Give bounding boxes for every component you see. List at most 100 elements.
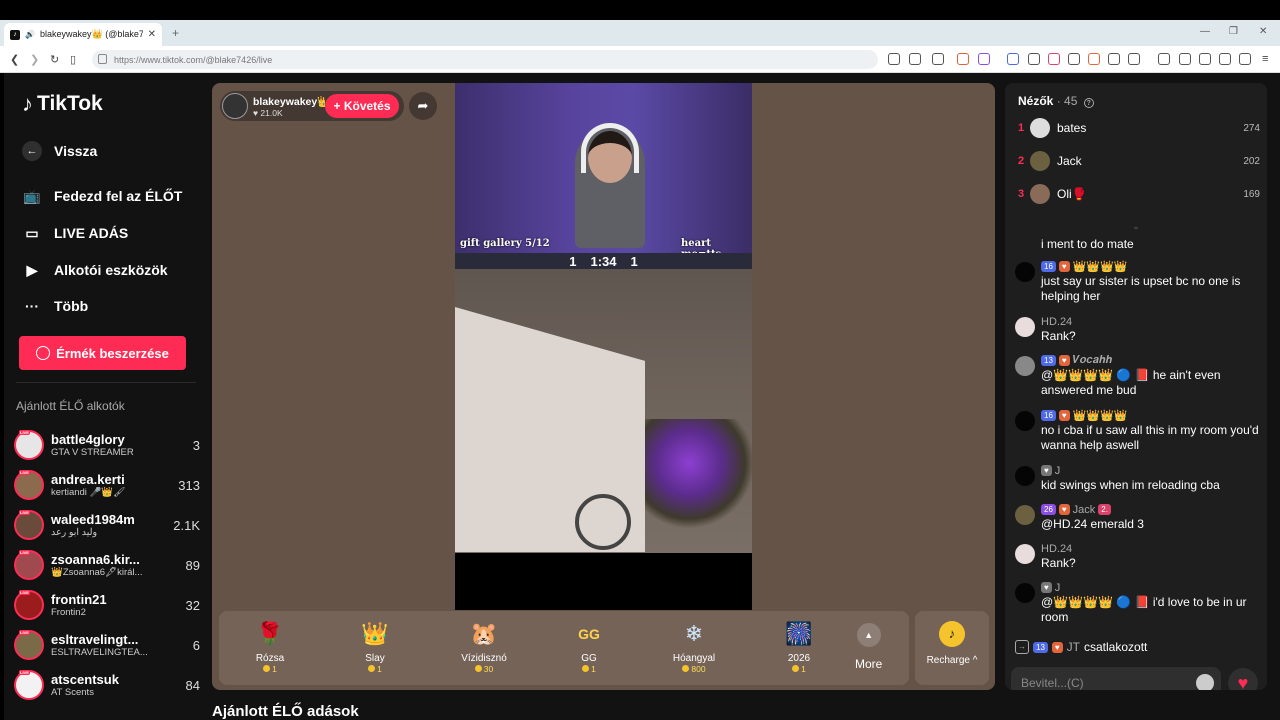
top-viewer[interactable]: 2 Jack 202 [1018,149,1260,173]
chat-username[interactable]: 👑👑👑👑 [1073,260,1128,273]
tab-close-icon[interactable]: ✕ [148,29,156,40]
viewer-count: 3 [192,437,200,453]
chat-username[interactable]: J [1055,582,1061,594]
brave-shield-icon[interactable] [957,53,969,65]
reload-icon[interactable]: ↻ [50,53,59,66]
avatar[interactable] [1015,317,1035,337]
zoom-icon[interactable] [909,53,921,65]
gift-item[interactable]: ❄ Hóangyal 800 [659,619,729,674]
forward-icon[interactable]: ❯ [30,53,39,66]
gift-item[interactable]: 🐹 Vízidisznó 30 [449,619,519,674]
bookmark-icon[interactable]: ▯ [70,53,76,66]
extension-5-icon[interactable] [1128,53,1140,65]
creator-item[interactable]: LIVE atscentsuk AT Scents 84 [14,667,200,703]
extension-2-icon[interactable] [1048,53,1060,65]
share-icon[interactable]: ➦ [409,92,437,120]
back-icon[interactable]: ❮ [10,53,19,66]
creator-item[interactable]: LIVE frontin21 Frontin2 32 [14,587,200,623]
nav-back[interactable]: ← Vissza [22,141,97,161]
webcam-overlay: gift gallery 5/12 heart me=tts [455,83,752,260]
rewards-icon[interactable] [978,53,990,65]
chat-username[interactable]: HD.24 [1041,316,1072,328]
sidebar-icon[interactable] [1179,53,1191,65]
more-gifts-button[interactable]: ▲ More [855,623,882,671]
tiktok-logo[interactable]: ♪ TikTok [22,91,103,117]
gift-item[interactable]: 🎆 2026 1 [764,619,834,674]
chat-username[interactable]: JT [1067,640,1080,654]
get-coins-button[interactable]: Érmék beszerzése [19,336,186,370]
extensions-puzzle-icon[interactable] [1108,53,1120,65]
new-tab-button[interactable]: + [172,26,179,40]
audio-playing-icon[interactable]: 🔊 [25,30,35,40]
media-icon[interactable] [1158,53,1170,65]
coin-icon [474,665,482,672]
creator-item[interactable]: LIVE andrea.kerti kertiandi 🎤👑🖌 313 [14,467,200,503]
nav-explore-live[interactable]: 📺 Fedezd fel az ÉLŐT [22,186,182,206]
creator-item[interactable]: LIVE zsoanna6.kir... 👑Zsoanna6🖋királ... … [14,547,200,583]
minimize-icon[interactable]: — [1200,26,1210,37]
share-icon[interactable] [932,53,944,65]
recharge-button[interactable]: ♪ Recharge ^ [915,611,989,685]
screen-top-bar [0,0,1280,20]
chat-input[interactable]: Bevitel...(C) [1011,667,1221,690]
top-viewer[interactable]: 3 Oli🥊 169 [1018,182,1260,206]
tiktok-coin-icon: ♪ [939,621,965,647]
read-aloud-icon[interactable] [888,53,900,65]
gift-item[interactable]: 🌹 Rózsa 1 [235,619,305,674]
creator-tools-icon: ▶ [26,261,38,278]
chat-username[interactable]: J [1055,465,1061,477]
gift-item[interactable]: GG GG 1 [554,619,624,674]
emoji-icon[interactable] [1196,674,1214,690]
creator-item[interactable]: LIVE esltravelingt... ESLTRAVELINGTEA...… [14,627,200,663]
creator-subtitle: 👑Zsoanna6🖋királ... [51,567,143,578]
host-avatar[interactable] [222,93,248,119]
chat-username[interactable]: 𝑽𝒐𝒄𝒂𝒉𝒉 [1073,354,1112,367]
avatar[interactable] [1015,411,1035,431]
help-icon[interactable]: ? [1083,98,1094,108]
chat-username[interactable]: 👑👑👑👑 [1073,409,1128,422]
wallet-icon[interactable] [1199,53,1211,65]
url-field[interactable]: https://www.tiktok.com/@blake7426/live [92,50,878,69]
avatar[interactable] [1015,544,1035,564]
window-close-icon[interactable]: ✕ [1259,26,1267,37]
extension-4-icon[interactable] [1088,53,1100,65]
coin-icon [368,665,376,672]
like-heart-button[interactable]: ♥ [1228,668,1258,690]
gg-icon: GG [578,626,600,642]
leo-ai-icon[interactable] [1219,53,1231,65]
address-bar-row: ❮ ❯ ↻ ▯ https://www.tiktok.com/@blake742… [0,46,1280,73]
browser-tab[interactable]: ♪ 🔊 blakeywakey👑 (@blake7426) ✕ [4,23,162,46]
avatar[interactable] [1015,262,1035,282]
coin-icon [263,665,271,672]
avatar[interactable] [1015,466,1035,486]
avatar[interactable] [1015,505,1035,525]
avatar[interactable] [1015,583,1035,603]
nav-more[interactable]: ··· Több [22,296,88,316]
chat-username[interactable]: HD.24 [1041,543,1072,555]
fan-badge: ♥ [1041,465,1052,476]
avatar[interactable] [1015,356,1035,376]
extension-icon[interactable] [1028,53,1040,65]
live-video[interactable]: gift gallery 5/12 heart me=tts 1 1:34 1 [455,83,752,610]
follow-button[interactable]: + Követés [325,94,399,118]
maximize-icon[interactable]: ❐ [1229,26,1238,37]
host-card[interactable]: blakeywakey👑 ♥ 21.0K + Követés [220,91,404,121]
extension-3-icon[interactable] [1068,53,1080,65]
site-info-icon[interactable] [98,54,107,64]
creator-item[interactable]: LIVE waleed1984m وليد ابو رعد 2.1K [14,507,200,543]
menu-icon[interactable]: ≡ [1262,53,1268,65]
creator-name: waleed1984m [51,512,135,527]
nav-go-live[interactable]: ▭ LIVE ADÁS [22,223,128,243]
creator-item[interactable]: LIVE battle4glory GTA V STREAMER 3 [14,427,200,463]
viewer-count: 89 [185,557,200,573]
vpn-icon[interactable] [1239,53,1251,65]
chat-username[interactable]: Jack [1073,504,1096,516]
translate-icon[interactable] [1007,53,1019,65]
chat-message: 13 ♥ 𝑽𝒐𝒄𝒂𝒉𝒉 @👑👑👑👑 🔵 📕 he ain't even answer… [1015,353,1260,398]
gift-item[interactable]: 👑 Slay 1 [340,619,410,674]
nav-creator-tools[interactable]: ▶ Alkotói eszközök [22,260,168,280]
collapse-chevron-icon[interactable]: ⌄ [1005,221,1267,235]
top-viewer[interactable]: 1 bates 274 [1018,116,1260,140]
tiktok-favicon-icon: ♪ [10,29,20,40]
viewers-header: Nézők · 45 ? [1018,94,1094,108]
